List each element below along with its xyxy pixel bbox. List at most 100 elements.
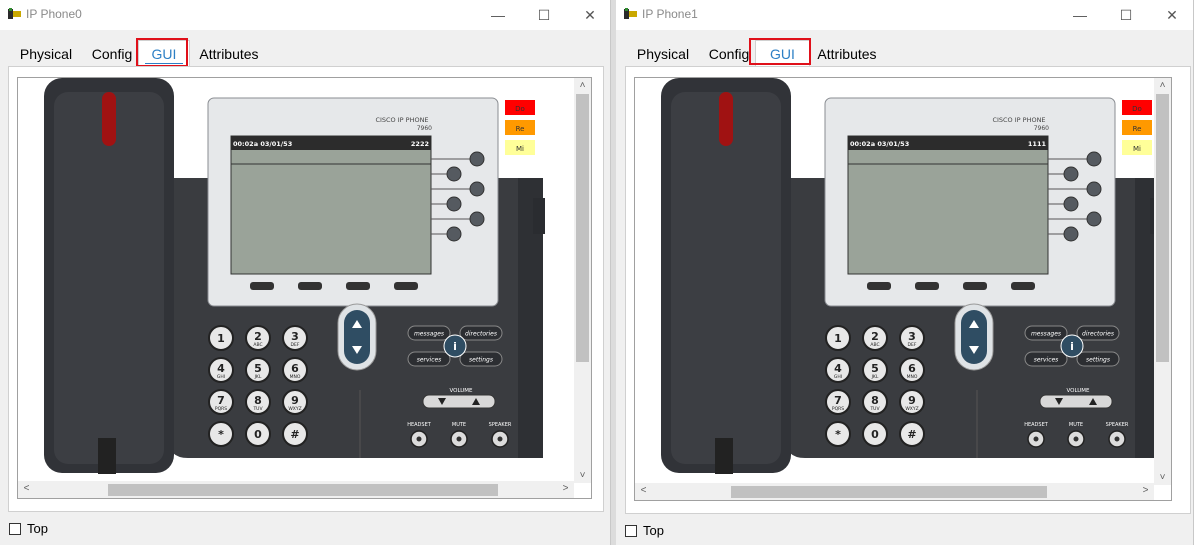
keypad-key-digit: 9 — [908, 394, 916, 407]
minimize-button[interactable]: — — [1057, 0, 1103, 30]
keypad-key-1[interactable]: 1 — [825, 325, 851, 351]
keypad-key-#[interactable]: # — [282, 421, 308, 447]
line-key-button[interactable] — [1063, 196, 1079, 212]
line-key-button[interactable] — [446, 226, 462, 242]
keypad-key-*[interactable]: * — [208, 421, 234, 447]
softkey-4-button[interactable] — [1011, 282, 1035, 290]
tab-config[interactable]: Config — [86, 40, 138, 67]
vertical-scroll-thumb[interactable] — [576, 94, 589, 362]
close-button[interactable]: ✕ — [567, 0, 613, 30]
line-key-button[interactable] — [1086, 181, 1102, 197]
softkey-2-button[interactable] — [915, 282, 939, 290]
softkey-2-button[interactable] — [298, 282, 322, 290]
horizontal-scrollbar[interactable]: < > — [18, 481, 574, 498]
keypad-key-0[interactable]: 0 — [862, 421, 888, 447]
keypad-key-5[interactable]: 5JKL — [245, 357, 271, 383]
softkey-4-button[interactable] — [394, 282, 418, 290]
keypad-key-8[interactable]: 8TUV — [245, 389, 271, 415]
vertical-scroll-thumb[interactable] — [1156, 94, 1169, 362]
keypad-key-6[interactable]: 6MNO — [899, 357, 925, 383]
phone-brand-label: CISCO IP PHONE — [992, 116, 1045, 124]
scroll-right-icon[interactable]: > — [557, 483, 574, 494]
keypad-key-letters: WXYZ — [905, 406, 918, 412]
line-key-button[interactable] — [1086, 211, 1102, 227]
line-key-button[interactable] — [469, 181, 485, 197]
keypad-key-0[interactable]: 0 — [245, 421, 271, 447]
scroll-down-icon[interactable]: ˅ — [1154, 472, 1171, 483]
horizontal-scrollbar[interactable]: < > — [635, 483, 1154, 500]
scroll-up-icon[interactable]: ˄ — [1154, 80, 1171, 91]
keypad-key-8[interactable]: 8TUV — [862, 389, 888, 415]
horizontal-scroll-thumb[interactable] — [108, 484, 498, 496]
horizontal-scroll-thumb[interactable] — [731, 486, 1047, 498]
softkey-1-button[interactable] — [867, 282, 891, 290]
keypad-key-letters: PQRS — [832, 406, 844, 412]
keypad-key-3[interactable]: 3DEF — [899, 325, 925, 351]
line-key-button[interactable] — [1086, 151, 1102, 167]
keypad-key-letters: JKL — [254, 374, 262, 380]
keypad-key-4[interactable]: 4GHI — [825, 357, 851, 383]
keypad-key-*[interactable]: * — [825, 421, 851, 447]
keypad-key-digit: 4 — [217, 362, 225, 375]
keypad-key-4[interactable]: 4GHI — [208, 357, 234, 383]
tab-bar: Physical Config GUI Attributes — [8, 40, 608, 67]
keypad-key-2[interactable]: 2ABC — [245, 325, 271, 351]
top-checkbox[interactable]: Top — [9, 521, 48, 536]
line-key-button[interactable] — [446, 196, 462, 212]
mute-label: MUTE — [1069, 422, 1083, 428]
tab-gui[interactable]: GUI — [755, 40, 810, 67]
scroll-right-icon[interactable]: > — [1137, 485, 1154, 496]
keypad-key-2[interactable]: 2ABC — [862, 325, 888, 351]
keypad-key-3[interactable]: 3DEF — [282, 325, 308, 351]
vertical-scrollbar[interactable]: ˄ ˅ — [574, 78, 591, 483]
keypad-key-letters: MNO — [290, 374, 301, 380]
handset-indicator-light — [719, 92, 733, 146]
line-key-button[interactable] — [446, 166, 462, 182]
checkbox-icon[interactable] — [9, 522, 21, 535]
tab-config[interactable]: Config — [703, 40, 755, 67]
keypad-key-9[interactable]: 9WXYZ — [899, 389, 925, 415]
tab-gui[interactable]: GUI — [138, 40, 190, 67]
keypad-key-5[interactable]: 5JKL — [862, 357, 888, 383]
checkbox-icon[interactable] — [625, 524, 637, 537]
softkey-3-button[interactable] — [346, 282, 370, 290]
keypad-key-letters: DEF — [291, 342, 300, 348]
keypad-key-digit: 2 — [254, 330, 262, 343]
keypad-key-digit: 5 — [871, 362, 879, 375]
keypad-key-7[interactable]: 7PQRS — [825, 389, 851, 415]
softkey-3-button[interactable] — [963, 282, 987, 290]
ip-phone: CISCO IP PHONE796000:02a 03/01/53 2222DoR… — [44, 78, 545, 474]
phone-model-label: 7960 — [417, 125, 432, 132]
tab-bar: Physical Config GUI Attributes — [625, 40, 1185, 67]
status-label-re: Re — [516, 125, 525, 133]
tab-attributes[interactable]: Attributes — [810, 40, 884, 67]
keypad-key-7[interactable]: 7PQRS — [208, 389, 234, 415]
volume-label: VOLUME — [1066, 388, 1090, 394]
scroll-up-icon[interactable]: ˄ — [574, 80, 591, 91]
top-checkbox[interactable]: Top — [625, 523, 664, 538]
line-key-button[interactable] — [1063, 166, 1079, 182]
line-key-button[interactable] — [1063, 226, 1079, 242]
minimize-button[interactable]: — — [475, 0, 521, 30]
volume-rocker — [422, 394, 496, 409]
maximize-button[interactable]: ☐ — [521, 0, 567, 30]
keypad-key-#[interactable]: # — [899, 421, 925, 447]
keypad-key-digit: * — [218, 428, 224, 441]
keypad-key-1[interactable]: 1 — [208, 325, 234, 351]
scroll-left-icon[interactable]: < — [635, 485, 652, 496]
softkey-1-button[interactable] — [250, 282, 274, 290]
tab-physical[interactable]: Physical — [11, 40, 81, 67]
scroll-down-icon[interactable]: ˅ — [574, 470, 591, 481]
keypad-key-6[interactable]: 6MNO — [282, 357, 308, 383]
vertical-scrollbar[interactable]: ˄ ˅ — [1154, 78, 1171, 485]
tab-attributes[interactable]: Attributes — [192, 40, 266, 67]
maximize-button[interactable]: ☐ — [1103, 0, 1149, 30]
status-label-re: Re — [1133, 125, 1142, 133]
close-button[interactable]: ✕ — [1149, 0, 1194, 30]
tab-physical[interactable]: Physical — [628, 40, 698, 67]
keypad-key-digit: 8 — [871, 394, 879, 407]
line-key-button[interactable] — [469, 151, 485, 167]
keypad-key-9[interactable]: 9WXYZ — [282, 389, 308, 415]
scroll-left-icon[interactable]: < — [18, 483, 35, 494]
line-key-button[interactable] — [469, 211, 485, 227]
